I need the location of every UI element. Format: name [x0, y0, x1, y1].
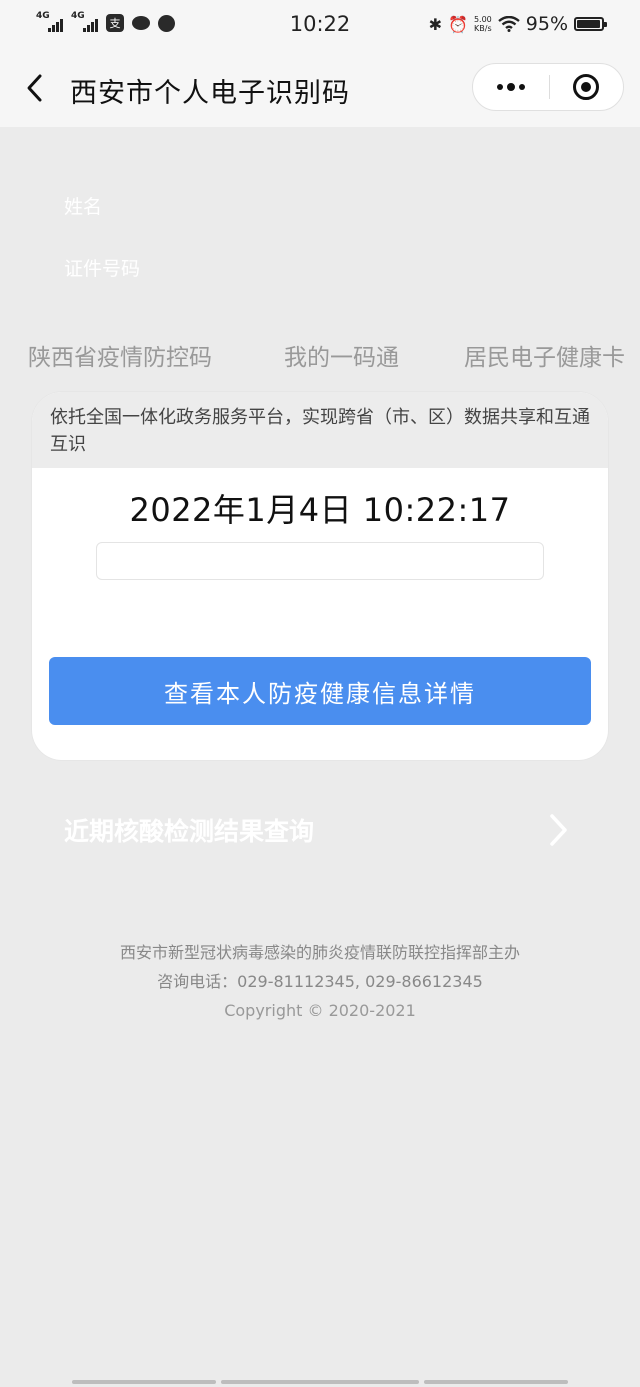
alarm-icon: ⏰: [448, 14, 468, 34]
home-indicator: [424, 1380, 568, 1384]
close-miniprogram-button[interactable]: [573, 74, 599, 100]
tab-shaanxi-code[interactable]: 陕西省疫情防控码: [28, 338, 212, 372]
page-title: 西安市个人电子识别码: [70, 78, 350, 109]
chevron-right-icon[interactable]: [548, 812, 570, 848]
nav-bar: 西安市个人电子识别码: [0, 50, 640, 127]
bluetooth-icon: ✱: [428, 14, 443, 34]
back-icon[interactable]: [22, 70, 50, 106]
home-indicator: [72, 1380, 216, 1384]
status-bar: 4G 4G 支 10:22 ✱ ⏰ 5.00 KB/s 95%: [0, 0, 640, 50]
id-number-label: 证件号码: [64, 258, 141, 280]
status-right-icons: ✱ ⏰ 5.00 KB/s 95%: [428, 13, 607, 35]
view-health-details-button[interactable]: 查看本人防疫健康信息详情: [49, 657, 591, 725]
network-speed: 5.00 KB/s: [474, 15, 492, 33]
battery-percent: 95%: [525, 13, 568, 35]
code-display-box: [96, 542, 544, 580]
miniprogram-capsule: [472, 63, 624, 111]
tab-health-card[interactable]: 居民电子健康卡: [464, 338, 625, 372]
footer-copyright: Copyright © 2020-2021: [224, 1001, 416, 1020]
footer-hotline: 咨询电话：029-81112345, 029-86612345: [157, 972, 483, 991]
current-datetime: 2022年1月4日 10:22:17: [129, 491, 511, 529]
footer: 西安市新型冠状病毒感染的肺炎疫情联防联控指挥部主办 咨询电话：029-81112…: [0, 938, 640, 1025]
tab-one-code-pass[interactable]: 我的一码通: [284, 338, 399, 372]
wifi-icon: [498, 16, 520, 32]
footer-organizer: 西安市新型冠状病毒感染的肺炎疫情联防联控指挥部主办: [119, 943, 520, 962]
home-indicator: [221, 1380, 419, 1384]
battery-icon: [574, 17, 607, 31]
verification-card: 依托全国一体化政务服务平台，实现跨省（市、区）数据共享和互通互识 2022年1月…: [32, 392, 608, 760]
capsule-divider: [549, 75, 550, 99]
nucleic-test-query-link[interactable]: 近期核酸检测结果查询: [64, 812, 314, 848]
more-options-button[interactable]: [473, 64, 549, 110]
card-notice: 依托全国一体化政务服务平台，实现跨省（市、区）数据共享和互通互识: [32, 392, 608, 468]
speed-unit: KB/s: [474, 24, 492, 33]
name-label: 姓名: [64, 196, 103, 218]
speed-value: 5.00: [473, 15, 492, 24]
